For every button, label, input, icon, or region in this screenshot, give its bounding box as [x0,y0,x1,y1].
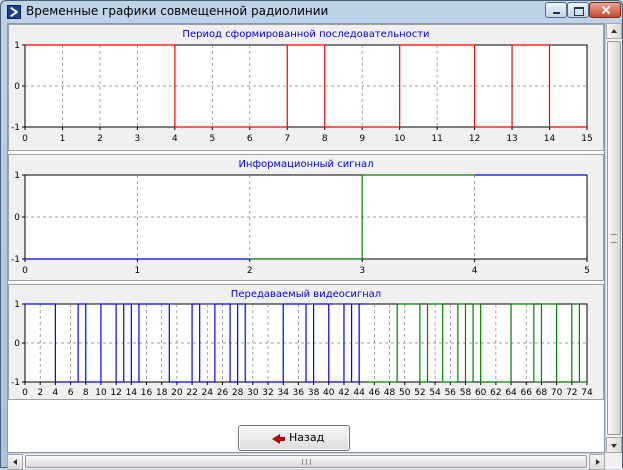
scroll-up-button[interactable] [606,23,622,39]
x-tick-label: 6 [247,134,253,144]
x-tick-label: 26 [217,388,229,398]
x-tick-label: 58 [460,388,472,398]
vertical-scroll-thumb[interactable] [607,41,621,435]
x-tick-label: 15 [581,134,592,144]
x-tick-label: 72 [566,388,577,398]
x-tick-label: 24 [202,388,214,398]
x-tick-label: 62 [490,388,501,398]
x-tick-label: 66 [521,388,533,398]
x-tick-label: 8 [83,388,89,398]
x-tick-label: 28 [232,388,244,398]
y-tick-label: 1 [14,171,20,181]
x-tick-label: 4 [172,134,178,144]
y-tick-label: -1 [11,255,20,265]
chart-panel-period: Период сформированной последовательности… [8,24,604,151]
y-tick-label: -1 [11,378,20,388]
x-tick-label: 14 [126,388,138,398]
y-tick-label: 0 [14,339,20,349]
x-tick-label: 4 [53,388,59,398]
minimize-button[interactable] [545,2,567,18]
x-tick-label: 10 [95,388,107,398]
x-tick-label: 36 [293,388,305,398]
x-tick-label: 7 [284,134,290,144]
chart-title: Информационный сигнал [238,159,373,170]
x-tick-label: 2 [97,134,103,144]
vertical-scrollbar[interactable] [605,23,622,453]
x-tick-label: 0 [22,388,28,398]
chart-panel-video: Передаваемый видеосигнал 0 2 4 6 8 10 12 14 16 18 2… [8,284,604,400]
x-tick-label: 1 [60,134,66,144]
x-tick-label: 12 [110,388,121,398]
x-tick-label: 0 [22,266,28,276]
x-tick-label: 13 [506,134,517,144]
x-tick-label: 70 [551,388,563,398]
x-tick-label: 20 [171,388,183,398]
close-button[interactable] [589,2,621,18]
chart-period-sequence: Период сформированной последовательности… [11,29,593,144]
x-tick-label: 30 [247,388,259,398]
window-title: Временные графики совмещенной радиолинии [26,4,329,18]
horizontal-scrollbar[interactable] [7,453,605,470]
x-tick-label: 12 [469,134,480,144]
x-tick-label: 46 [369,388,381,398]
x-tick-label: 10 [394,134,406,144]
chart-panel-info: Информационный сигнал 0 1 2 3 4 5 1 0 -1 [8,154,604,281]
resize-grip[interactable] [605,453,622,469]
x-tick-label: 44 [353,388,365,398]
x-tick-label: 74 [581,388,593,398]
x-tick-label: 64 [505,388,517,398]
x-tick-label: 16 [141,388,153,398]
x-tick-label: 54 [429,388,441,398]
x-tick-label: 8 [322,134,328,144]
x-tick-label: 32 [262,388,273,398]
chart-title: Период сформированной последовательности [182,29,429,40]
x-tick-label: 52 [414,388,425,398]
grip-icon [302,459,311,465]
x-tick-label: 2 [247,266,253,276]
back-button[interactable]: Назад [238,425,350,451]
x-tick-label: 5 [584,266,590,276]
x-tick-label: 48 [384,388,396,398]
red-left-arrow-icon [272,434,285,444]
y-tick-label: 0 [14,213,20,223]
x-tick-label: 38 [308,388,320,398]
chart-title: Передаваемый видеосигнал [231,289,381,300]
x-tick-label: 11 [431,134,442,144]
grip-icon [611,234,617,243]
x-tick-label: 42 [338,388,349,398]
x-tick-label: 68 [536,388,548,398]
x-tick-label: 18 [156,388,168,398]
horizontal-scroll-thumb[interactable] [25,455,587,468]
back-button-label: Назад [289,431,325,444]
client-area: Период сформированной последовательности… [7,23,605,453]
x-tick-label: 2 [37,388,43,398]
app-icon[interactable] [7,5,21,19]
x-tick-label: 56 [445,388,457,398]
x-tick-label: 3 [359,266,365,276]
x-tick-label: 34 [277,388,289,398]
x-tick-label: 4 [472,266,478,276]
x-tick-label: 9 [359,134,365,144]
chart-information-signal: Информационный сигнал0 1 2 3 4 510-1 [11,159,590,276]
x-tick-label: 1 [135,266,141,276]
maximize-button[interactable] [567,2,589,18]
title-bar[interactable]: Временные графики совмещенной радиолинии [1,1,622,23]
x-tick-label: 3 [135,134,141,144]
y-tick-label: 1 [14,300,20,310]
x-tick-label: 22 [186,388,197,398]
x-tick-label: 60 [475,388,487,398]
x-tick-label: 0 [22,134,28,144]
x-tick-label: 5 [209,134,215,144]
x-tick-label: 14 [544,134,556,144]
app-window: Временные графики совмещенной радиолинии… [0,0,623,470]
y-tick-label: 1 [14,41,20,51]
x-tick-label: 40 [323,388,335,398]
x-tick-label: 50 [399,388,411,398]
chart-transmitted-video-signal: Передаваемый видеосигнал0 2 4 6 8 10 12 14 16 18 2… [11,289,593,398]
y-tick-label: 0 [14,82,20,92]
scroll-down-button[interactable] [606,437,622,453]
y-tick-label: -1 [11,123,20,133]
x-tick-label: 6 [68,388,74,398]
